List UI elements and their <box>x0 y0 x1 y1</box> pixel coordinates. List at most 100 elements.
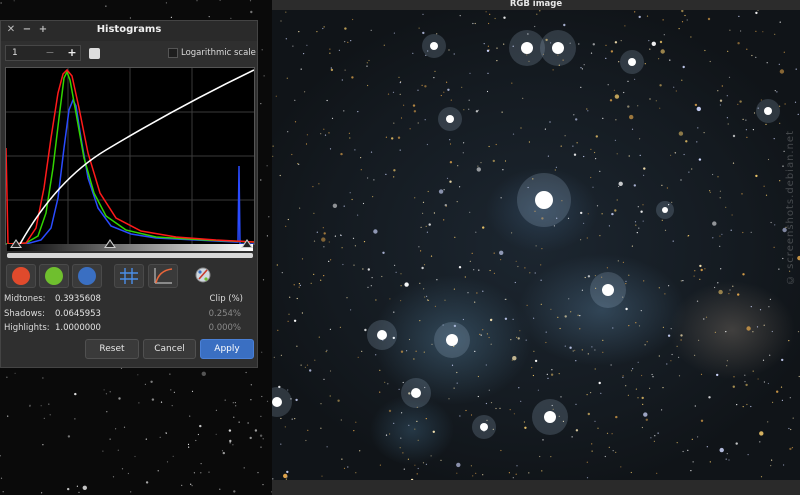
levels-gradient-slider[interactable] <box>7 244 253 251</box>
star <box>351 198 353 201</box>
reset-button[interactable]: Reset <box>85 339 139 359</box>
highlights-slider-handle[interactable] <box>241 239 253 248</box>
star <box>425 225 427 227</box>
star <box>316 231 318 233</box>
zoom-spinbox[interactable]: 1 − + <box>5 45 81 61</box>
star <box>573 114 575 116</box>
star <box>477 395 479 398</box>
star <box>662 326 664 328</box>
star <box>610 364 612 366</box>
zoom-decrement-button[interactable]: − <box>42 46 58 60</box>
star <box>436 279 438 281</box>
star <box>672 240 674 242</box>
star <box>700 373 703 375</box>
star <box>631 128 634 130</box>
dialog-titlebar[interactable]: ✕ − + Histograms <box>1 21 257 41</box>
log-scale-checkbox[interactable] <box>168 48 178 58</box>
curve-toggle-button[interactable] <box>148 264 178 288</box>
star <box>616 199 618 201</box>
star <box>426 295 428 297</box>
star <box>698 158 702 161</box>
star <box>520 127 522 129</box>
star <box>612 450 614 452</box>
apply-button[interactable]: Apply <box>200 339 254 359</box>
star <box>474 22 476 25</box>
star <box>341 458 343 460</box>
star <box>393 176 395 178</box>
star <box>712 237 714 239</box>
star <box>400 350 404 353</box>
star <box>696 141 698 143</box>
cancel-button[interactable]: Cancel <box>143 339 196 359</box>
star <box>482 226 485 229</box>
star <box>738 15 740 17</box>
star <box>219 0 221 1</box>
star <box>384 381 386 383</box>
star <box>717 90 719 92</box>
star <box>329 395 331 397</box>
red-channel-button[interactable] <box>6 264 36 288</box>
histogram-plot[interactable] <box>5 67 255 245</box>
star <box>291 153 293 156</box>
star <box>247 422 249 424</box>
star <box>642 403 644 405</box>
star <box>622 375 624 377</box>
star <box>732 285 734 287</box>
star <box>719 104 721 106</box>
star <box>575 118 578 121</box>
star <box>490 402 493 404</box>
histogram-scrollbar[interactable] <box>7 253 253 258</box>
star <box>753 112 756 114</box>
star <box>725 458 727 460</box>
zoom-value[interactable]: 1 <box>12 48 18 58</box>
star <box>611 212 614 216</box>
star <box>631 245 633 247</box>
star <box>339 326 341 328</box>
star <box>594 420 596 422</box>
star <box>401 412 403 414</box>
star <box>559 327 561 330</box>
star <box>604 455 606 458</box>
star <box>488 22 490 25</box>
star <box>746 48 748 50</box>
auto-stretch-button[interactable] <box>189 264 219 288</box>
star <box>512 318 514 320</box>
color-picker-icon <box>195 267 211 283</box>
star <box>515 473 517 475</box>
star <box>423 288 425 290</box>
star <box>697 436 699 438</box>
star <box>463 142 465 144</box>
blue-channel-button[interactable] <box>72 264 102 288</box>
midtones-slider-handle[interactable] <box>104 239 116 248</box>
star <box>208 471 210 473</box>
star <box>678 131 684 136</box>
star <box>502 169 504 171</box>
star <box>373 179 375 181</box>
star <box>354 149 356 151</box>
star <box>138 402 140 404</box>
star <box>196 0 198 2</box>
star <box>301 312 303 314</box>
star <box>518 387 520 389</box>
rgb-image-canvas[interactable]: © screenshots.debian.net <box>272 10 800 480</box>
rgb-image-window[interactable]: RGB image © screenshots.debian.net <box>272 0 800 495</box>
star <box>366 65 368 67</box>
copy-icon[interactable] <box>89 48 100 59</box>
shadows-slider-handle[interactable] <box>10 239 22 248</box>
star <box>349 192 351 194</box>
star <box>510 339 512 341</box>
star <box>329 148 332 150</box>
star <box>700 268 703 272</box>
green-channel-button[interactable] <box>39 264 69 288</box>
star <box>522 97 524 99</box>
star <box>29 404 31 406</box>
star <box>752 331 754 333</box>
star <box>423 264 426 266</box>
star <box>746 326 751 331</box>
grid-toggle-button[interactable] <box>114 264 144 288</box>
star <box>284 426 286 428</box>
star <box>772 401 774 403</box>
star <box>293 284 295 286</box>
zoom-increment-button[interactable]: + <box>64 46 80 60</box>
star <box>249 436 252 440</box>
